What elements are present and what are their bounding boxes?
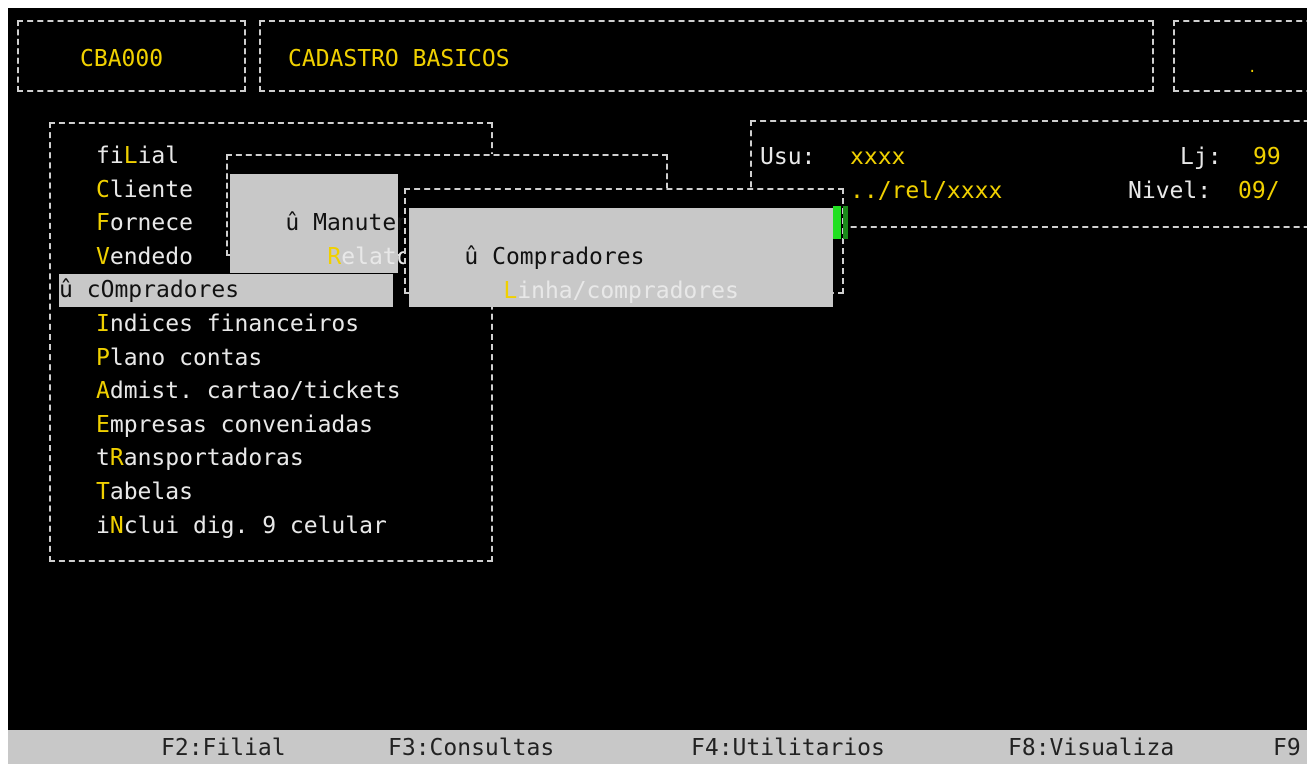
main-menu-item[interactable]: Indices financeiros	[96, 308, 359, 341]
selection-marker-icon: û	[59, 277, 73, 303]
hotkey-letter: I	[96, 311, 110, 337]
lj-value: 99	[1253, 144, 1281, 170]
hotkey-letter: C	[96, 177, 110, 203]
program-title: CADASTRO BASICOS	[288, 46, 510, 72]
nivel-label: Nivel:	[1128, 178, 1212, 204]
main-menu-item[interactable]: Fornece	[96, 207, 193, 240]
path-value: ../rel/xxxx	[850, 178, 1003, 204]
program-code: CBA000	[80, 46, 164, 72]
main-menu-item[interactable]: tRansportadoras	[96, 442, 304, 475]
submenu2-item-linha-compradores[interactable]: Linha/compradores	[448, 242, 738, 341]
lj-label: Lj:	[1180, 144, 1222, 170]
header-right-box	[1173, 20, 1307, 92]
main-menu-item[interactable]: fiLial	[96, 140, 179, 173]
main-menu-item[interactable]: iNclui dig. 9 celular	[96, 510, 387, 543]
main-menu-item[interactable]: Plano contas	[96, 342, 262, 375]
hotkey-letter: T	[96, 479, 110, 505]
f8-visualiza-key[interactable]: F8:Visualiza	[1008, 732, 1174, 764]
text-cursor	[833, 206, 841, 239]
f4-utilitarios-key[interactable]: F4:Utilitarios	[691, 732, 885, 764]
f2-filial-key[interactable]: F2:Filial	[161, 732, 286, 764]
hotkey-letter: N	[109, 513, 124, 539]
hotkey-letter: P	[96, 345, 110, 371]
submenu-item-relatorio[interactable]: Relator	[272, 208, 424, 307]
hotkey-letter: O	[100, 277, 115, 303]
nivel-value: 09/	[1238, 178, 1280, 204]
main-menu-item[interactable]: Tabelas	[96, 476, 193, 509]
function-key-bar: F2:Filial F3:Consultas F4:Utilitarios F8…	[8, 730, 1307, 764]
hotkey-letter: E	[96, 412, 110, 438]
f3-consultas-key[interactable]: F3:Consultas	[388, 732, 554, 764]
f9-key[interactable]: F9	[1273, 732, 1301, 764]
header-right-text: .	[1248, 60, 1257, 76]
main-menu-item[interactable]: Empresas conveniadas	[96, 409, 373, 442]
hotkey-letter: L	[123, 143, 138, 169]
hotkey-letter: V	[96, 244, 110, 270]
usu-value: xxxx	[850, 144, 906, 170]
hotkey-letter: A	[96, 378, 110, 404]
main-menu-item[interactable]: Admist. cartao/tickets	[96, 375, 401, 408]
hotkey-letter: R	[109, 445, 124, 471]
text-cursor-edge	[843, 206, 848, 239]
main-menu-item[interactable]: Cliente	[96, 174, 193, 207]
terminal-screen: CBA000 CADASTRO BASICOS . Usu: xxxx Lj: …	[8, 8, 1307, 764]
usu-label: Usu:	[760, 144, 816, 170]
main-menu-item[interactable]: Vendedo	[96, 241, 193, 274]
hotkey-letter: F	[96, 210, 110, 236]
